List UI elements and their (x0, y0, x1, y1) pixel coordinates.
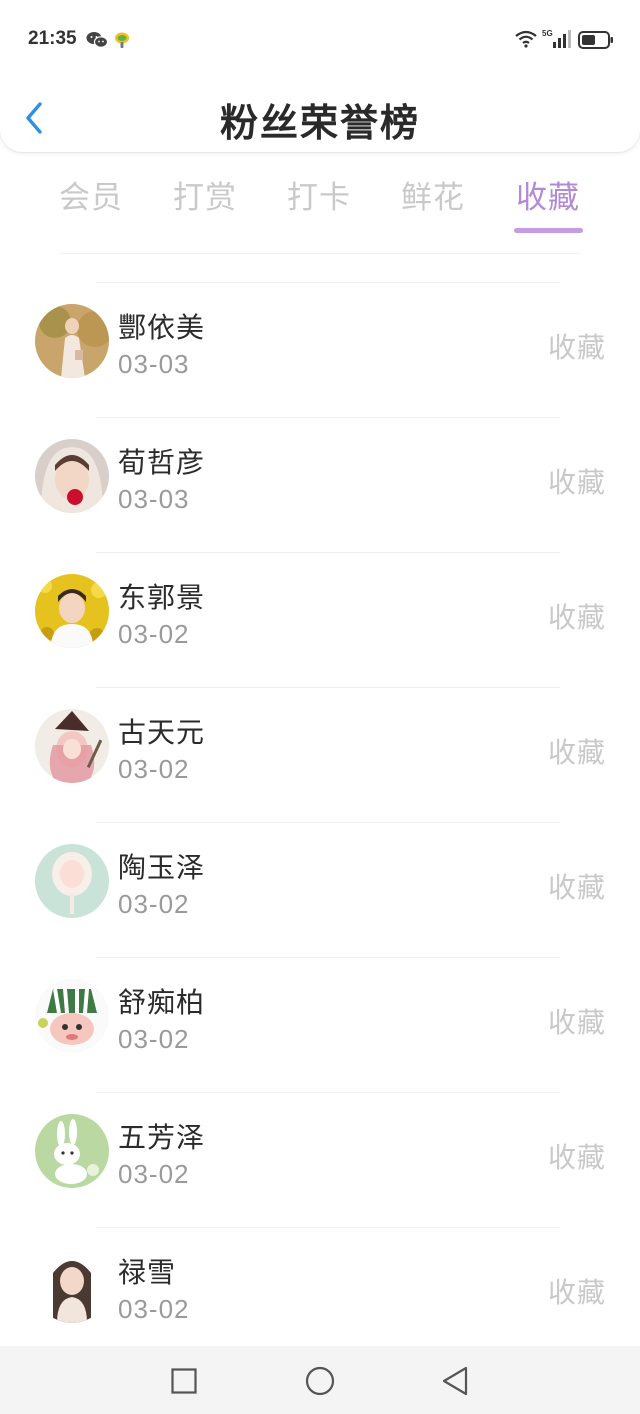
fan-list: 酆依美 03-03 收藏 荀哲彦 03-03 收藏 东郭景 03-02 收藏 古… (0, 282, 640, 1362)
list-item[interactable]: 酆依美 03-03 收藏 (0, 282, 640, 417)
row-divider (96, 417, 560, 418)
home-icon[interactable] (305, 1366, 335, 1400)
recent-apps-icon[interactable] (171, 1368, 197, 1398)
favorite-label: 收藏 (547, 601, 606, 634)
fan-name: 古天元 (118, 716, 206, 749)
fan-date: 03-02 (118, 1294, 190, 1324)
active-tab-indicator (514, 228, 583, 233)
fan-name: 禄雪 (118, 1256, 177, 1289)
battery-icon (578, 31, 614, 53)
wifi-icon (514, 30, 538, 52)
page-title: 粉丝荣誉榜 (219, 101, 420, 145)
list-item[interactable]: 五芳泽 03-02 收藏 (0, 1092, 640, 1227)
tab-bar: 会员 打赏 打卡 鲜花 收藏 (0, 168, 640, 238)
back-icon[interactable] (441, 1366, 469, 1400)
system-nav-bar (0, 1346, 640, 1414)
avatar[interactable] (35, 1249, 109, 1323)
wechat-icon (86, 31, 109, 53)
fan-name: 舒痴柏 (118, 986, 206, 1019)
fan-date: 03-03 (118, 484, 190, 514)
status-time: 21:35 (28, 28, 77, 49)
signal-5g-icon: 5G (541, 28, 571, 54)
avatar[interactable] (35, 844, 109, 918)
fan-name: 酆依美 (118, 311, 206, 344)
list-item[interactable]: 古天元 03-02 收藏 (0, 687, 640, 822)
row-divider (96, 552, 560, 553)
favorite-label: 收藏 (547, 736, 606, 769)
fan-date: 03-02 (118, 619, 190, 649)
fan-date: 03-02 (118, 1024, 190, 1054)
avatar[interactable] (35, 574, 109, 648)
avatar[interactable] (35, 709, 109, 783)
avatar[interactable] (35, 979, 109, 1053)
list-item[interactable]: 荀哲彦 03-03 收藏 (0, 417, 640, 552)
tab-flowers[interactable]: 鲜花 (388, 172, 478, 217)
row-divider (96, 822, 560, 823)
row-divider (96, 957, 560, 958)
tabs-divider (60, 253, 580, 254)
favorite-label: 收藏 (547, 1141, 606, 1174)
status-bar: 21:35 5G (0, 22, 640, 62)
fan-name: 东郭景 (118, 581, 206, 614)
list-item[interactable]: 陶玉泽 03-02 收藏 (0, 822, 640, 957)
row-divider (96, 282, 560, 283)
avatar[interactable] (35, 439, 109, 513)
list-item[interactable]: 禄雪 03-02 收藏 (0, 1227, 640, 1362)
avatar[interactable] (35, 1114, 109, 1188)
row-divider (96, 687, 560, 688)
list-item[interactable]: 东郭景 03-02 收藏 (0, 552, 640, 687)
fan-name: 陶玉泽 (118, 851, 206, 884)
favorite-label: 收藏 (547, 331, 606, 364)
avatar[interactable] (35, 304, 109, 378)
svg-text:5G: 5G (542, 29, 553, 38)
fan-date: 03-02 (118, 889, 190, 919)
favorite-label: 收藏 (547, 466, 606, 499)
fan-name: 荀哲彦 (118, 446, 206, 479)
favorite-label: 收藏 (547, 1006, 606, 1039)
tab-checkin[interactable]: 打卡 (274, 172, 364, 217)
fan-date: 03-03 (118, 349, 190, 379)
header: 21:35 5G 粉丝荣誉榜 (0, 0, 640, 152)
fan-date: 03-02 (118, 1159, 190, 1189)
tab-favorites[interactable]: 收藏 (503, 172, 593, 217)
favorite-label: 收藏 (547, 871, 606, 904)
tab-member[interactable]: 会员 (46, 172, 136, 217)
fan-date: 03-02 (118, 754, 190, 784)
favorite-label: 收藏 (547, 1276, 606, 1309)
row-divider (96, 1092, 560, 1093)
row-divider (96, 1227, 560, 1228)
app-status-icon (113, 31, 131, 53)
tab-reward[interactable]: 打赏 (160, 172, 250, 217)
list-item[interactable]: 舒痴柏 03-02 收藏 (0, 957, 640, 1092)
fan-name: 五芳泽 (118, 1121, 206, 1154)
